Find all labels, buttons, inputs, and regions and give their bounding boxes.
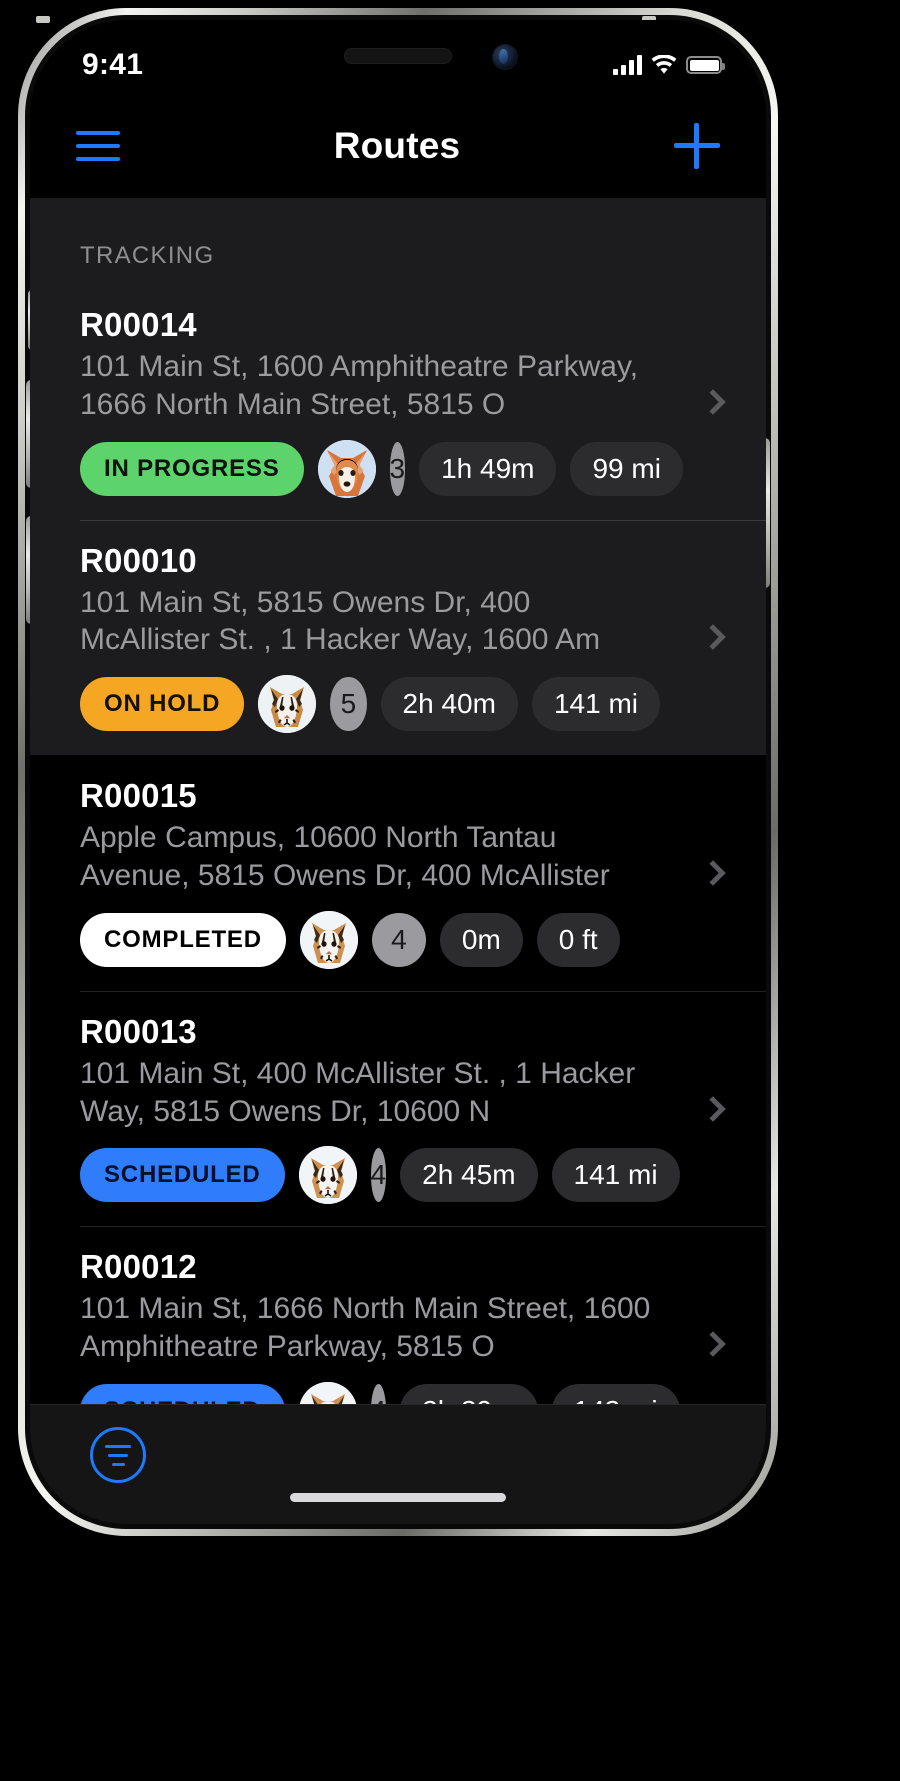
- tiger-avatar: [299, 910, 358, 969]
- section-header-tracking: TRACKING: [80, 242, 215, 269]
- status-badge: COMPLETED: [80, 912, 286, 967]
- route-chips: SCHEDULED: [80, 1146, 680, 1205]
- duration-badge: 2h 40m: [380, 677, 518, 732]
- route-id: R00012: [80, 1248, 197, 1286]
- frame-antenna-line-top-left: [36, 16, 50, 23]
- table-row[interactable]: R00010 101 Main St, 5815 Owens Dr, 400 M…: [30, 519, 766, 756]
- table-row[interactable]: R00013 101 Main St, 400 McAllister St. ,…: [30, 990, 766, 1227]
- status-badge: ON HOLD: [80, 677, 245, 732]
- phone-frame: 9:41 Routes TRACKING R00014 101 Main St,…: [18, 8, 778, 1536]
- table-row[interactable]: R00012 101 Main St, 1666 North Main Stre…: [30, 1226, 766, 1404]
- earpiece-speaker-icon: [344, 48, 452, 64]
- route-address: 101 Main St, 5815 Owens Dr, 400 McAllist…: [80, 585, 601, 657]
- route-id: R00015: [80, 777, 197, 815]
- table-row[interactable]: R00015 Apple Campus, 10600 North Tantau …: [30, 755, 766, 991]
- battery-full-icon: [686, 56, 725, 74]
- section-routes: R00015 Apple Campus, 10600 North Tantau …: [30, 755, 766, 1404]
- route-chips: SCHEDULED: [80, 1381, 680, 1404]
- distance-badge: 141 mi: [551, 1148, 680, 1203]
- notch: [242, 20, 554, 94]
- fox-avatar: [317, 439, 376, 498]
- phone-bezel: 9:41 Routes TRACKING R00014 101 Main St,…: [25, 15, 771, 1529]
- duration-badge: 2h 39m: [400, 1383, 538, 1404]
- page-title: Routes: [333, 125, 461, 166]
- table-row[interactable]: R00014 101 Main St, 1600 Amphitheatre Pa…: [30, 284, 766, 520]
- route-address: 101 Main St, 400 McAllister St. , 1 Hack…: [80, 1056, 636, 1128]
- stop-count-badge: 3: [389, 441, 406, 496]
- routes-list[interactable]: TRACKING R00014 101 Main St, 1600 Amphit…: [30, 198, 766, 1404]
- navigation-bar: Routes: [30, 94, 766, 198]
- tiger-avatar: [258, 675, 317, 734]
- route-address: 101 Main St, 1666 North Main Street, 160…: [80, 1292, 651, 1364]
- section-tracking: TRACKING R00014 101 Main St, 1600 Amphit…: [30, 198, 766, 756]
- bottom-toolbar: [30, 1404, 766, 1524]
- duration-badge: 2h 45m: [400, 1148, 538, 1203]
- stop-count-badge: 4: [370, 1383, 387, 1404]
- stop-count-badge: 4: [370, 1148, 387, 1203]
- route-id: R00010: [80, 541, 197, 579]
- home-indicator[interactable]: [290, 1493, 506, 1502]
- phone-screen: 9:41 Routes TRACKING R00014 101 Main St,…: [30, 20, 766, 1524]
- route-chips: ON HOLD 5 2h 40m 141 mi: [80, 675, 660, 734]
- distance-badge: 141 mi: [531, 677, 660, 732]
- plus-icon[interactable]: [673, 123, 720, 169]
- duration-badge: 1h 49m: [419, 441, 557, 496]
- stop-count-badge: 5: [330, 677, 367, 732]
- distance-badge: 0 ft: [536, 912, 620, 967]
- status-badge: IN PROGRESS: [80, 441, 304, 496]
- status-bar-clock: 9:41: [82, 48, 144, 81]
- route-address: 101 Main St, 1600 Amphitheatre Parkway, …: [80, 350, 639, 421]
- front-camera-icon: [492, 44, 518, 70]
- tiger-avatar: [298, 1146, 357, 1205]
- filter-sort-icon[interactable]: [90, 1427, 146, 1483]
- route-id: R00014: [80, 306, 197, 343]
- screenshot-stage: 9:41 Routes TRACKING R00014 101 Main St,…: [0, 0, 900, 1781]
- stop-count-badge: 4: [371, 912, 426, 967]
- route-chips: COMPLETED 4 0m 0 ft: [80, 910, 660, 969]
- route-address: Apple Campus, 10600 North Tantau Avenue,…: [80, 821, 610, 892]
- route-chips: IN PROGRESS 3 1h 49m 99 mi: [80, 439, 683, 498]
- status-badge: SCHEDULED: [80, 1148, 285, 1203]
- status-bar-indicators: [613, 54, 725, 75]
- status-badge: SCHEDULED: [80, 1383, 285, 1404]
- wifi-icon: [651, 54, 677, 75]
- hamburger-menu-icon[interactable]: [76, 131, 120, 161]
- distance-badge: 99 mi: [570, 441, 683, 496]
- cellular-signal-icon: [613, 55, 642, 75]
- tiger-avatar: [298, 1381, 357, 1404]
- route-id: R00013: [80, 1012, 197, 1050]
- duration-badge: 0m: [439, 912, 523, 967]
- distance-badge: 143 mi: [551, 1383, 680, 1404]
